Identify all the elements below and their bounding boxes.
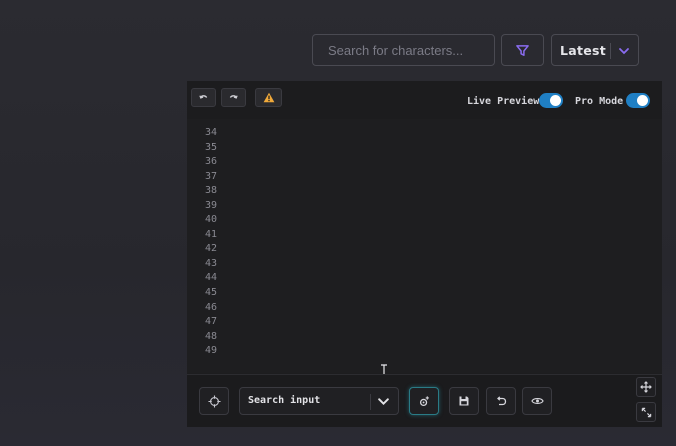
line-number: 44 xyxy=(204,272,217,284)
live-preview-label: Live Preview xyxy=(467,96,540,107)
fullscreen-button[interactable] xyxy=(636,402,656,422)
character-search-input[interactable] xyxy=(326,41,494,59)
expand-icon xyxy=(641,407,651,417)
code-editor-panel: Live Preview Pro Mode 34 35 36 37 38 39 … xyxy=(187,81,662,427)
pro-mode-label: Pro Mode xyxy=(575,96,624,107)
line-number: 36 xyxy=(204,156,217,168)
line-number: 41 xyxy=(204,228,217,240)
save-button[interactable] xyxy=(449,387,479,415)
move-icon xyxy=(640,381,652,393)
line-number: 43 xyxy=(204,257,217,269)
warning-button[interactable] xyxy=(255,88,282,107)
editor-toolbar: Live Preview Pro Mode xyxy=(187,81,662,119)
line-number: 35 xyxy=(204,141,217,153)
undo-button[interactable] xyxy=(191,88,216,107)
line-number: 49 xyxy=(204,345,217,357)
filter-icon xyxy=(516,44,529,56)
target-button[interactable] xyxy=(199,387,229,415)
line-number: 37 xyxy=(204,170,217,182)
reset-button[interactable] xyxy=(486,387,516,415)
reset-icon xyxy=(497,396,507,406)
code-text-area[interactable]: 34 35 36 37 38 39 40 41 42 43 44 45 46 4… xyxy=(187,119,662,378)
line-number: 46 xyxy=(204,301,217,313)
sort-select[interactable]: Latest xyxy=(551,34,639,66)
line-number: 47 xyxy=(204,316,217,328)
crosshair-icon xyxy=(207,394,221,408)
line-number: 34 xyxy=(204,127,217,138)
character-search-box[interactable] xyxy=(312,34,495,66)
undo-icon xyxy=(199,95,208,99)
line-number: 48 xyxy=(204,330,217,342)
line-number: 39 xyxy=(204,199,217,211)
editor-bottom-toolbar: Search input xyxy=(187,374,662,427)
live-preview-toggle[interactable] xyxy=(539,93,563,108)
line-number-gutter: 34 35 36 37 38 39 40 41 42 43 44 45 46 4… xyxy=(187,126,217,359)
input-type-select-value: Search input xyxy=(248,395,321,406)
filter-button[interactable] xyxy=(501,34,544,66)
chevron-down-icon xyxy=(619,48,629,55)
eye-icon xyxy=(530,398,544,404)
redo-button[interactable] xyxy=(221,88,246,107)
line-number: 40 xyxy=(204,214,217,226)
line-number: 38 xyxy=(204,185,217,197)
redo-icon xyxy=(229,95,238,99)
sort-select-divider xyxy=(610,43,611,59)
chevron-down-icon xyxy=(378,398,389,406)
sort-select-value: Latest xyxy=(560,42,607,58)
settings-button[interactable] xyxy=(409,387,439,415)
preview-button[interactable] xyxy=(522,387,552,415)
input-type-select[interactable]: Search input xyxy=(239,387,399,415)
line-number: 42 xyxy=(204,243,217,255)
pro-mode-toggle[interactable] xyxy=(626,93,650,108)
gear-icon xyxy=(419,395,429,406)
save-icon xyxy=(459,396,469,406)
line-number: 45 xyxy=(204,287,217,299)
move-panel-button[interactable] xyxy=(636,377,656,397)
warning-icon xyxy=(263,92,274,103)
input-type-select-divider xyxy=(370,394,371,410)
